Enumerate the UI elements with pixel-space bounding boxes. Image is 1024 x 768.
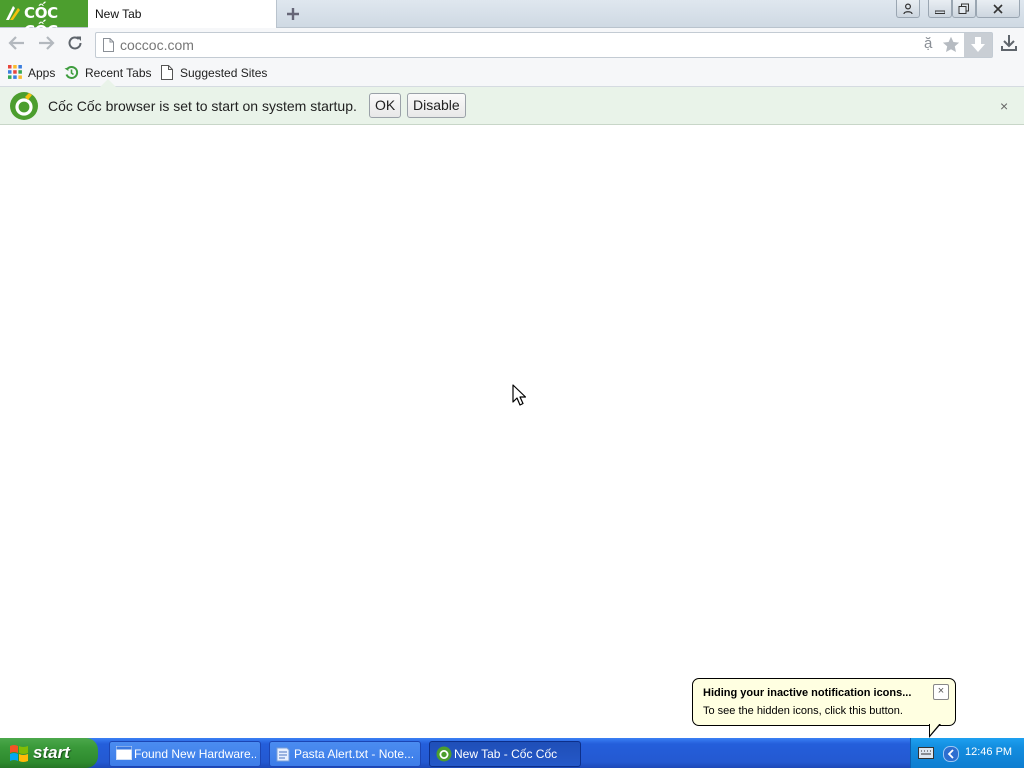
- close-window-button[interactable]: [976, 0, 1020, 18]
- download-icon: [1001, 35, 1017, 51]
- windows-flag-icon: [10, 745, 28, 762]
- apps-grid-icon: [8, 65, 22, 79]
- coccoc-logo[interactable]: CỐC CỐC: [0, 0, 88, 40]
- address-bar[interactable]: coccoc.com ặ: [95, 32, 993, 58]
- taskbar-item-found-new-hardware[interactable]: Found New Hardware...: [109, 741, 261, 767]
- bookmark-apps[interactable]: Apps: [8, 65, 58, 81]
- ok-button[interactable]: OK: [369, 93, 402, 118]
- taskbar-item-notepad[interactable]: Pasta Alert.txt - Note...: [269, 741, 421, 767]
- hardware-window-icon: [116, 746, 132, 760]
- task-label: Found New Hardware...: [134, 747, 256, 761]
- tab-title: New Tab: [95, 7, 142, 21]
- downloads-button[interactable]: [1000, 34, 1018, 55]
- task-label: Pasta Alert.txt - Note...: [294, 747, 415, 761]
- mouse-cursor-icon: [512, 384, 526, 406]
- show-hidden-icons-button[interactable]: [943, 746, 959, 762]
- url-text[interactable]: coccoc.com: [120, 37, 194, 53]
- back-button[interactable]: [8, 34, 28, 54]
- notification-balloon[interactable]: Hiding your inactive notification icons.…: [692, 678, 956, 738]
- new-tab-button[interactable]: [283, 4, 303, 24]
- balloon-text: To see the hidden icons, click this butt…: [703, 705, 903, 717]
- taskbar: start Found New Hardware... Pasta Alert.…: [0, 738, 1024, 768]
- download-arrow-icon: [971, 37, 985, 52]
- browser-toolbar: coccoc.com ặ: [0, 28, 1024, 60]
- balloon-close-icon[interactable]: ×: [933, 684, 949, 700]
- page-content: [0, 125, 1024, 738]
- coccoc-icon: [436, 746, 452, 762]
- person-icon: [903, 3, 913, 14]
- close-icon: [993, 3, 1003, 14]
- disable-button[interactable]: Disable: [407, 93, 466, 118]
- infobar-pointer: [100, 79, 116, 87]
- balloon-tail-fill: [930, 723, 940, 735]
- coccoc-icon: [10, 92, 38, 120]
- translate-icon[interactable]: ặ: [924, 35, 932, 52]
- balloon-title: Hiding your inactive notification icons.…: [703, 687, 912, 699]
- keyboard-icon[interactable]: [918, 747, 934, 759]
- savior-download-button[interactable]: [964, 33, 992, 57]
- bookmark-label: Suggested Sites: [180, 66, 268, 80]
- infobar-close-icon[interactable]: ×: [1000, 98, 1008, 114]
- bookmark-label: Recent Tabs: [85, 66, 152, 80]
- coccoc-logo-icon: [6, 6, 20, 20]
- arrow-left-icon: [8, 36, 24, 50]
- start-label: start: [33, 743, 70, 762]
- tab-strip: CỐC CỐC New Tab: [0, 0, 1024, 40]
- arrow-right-icon: [39, 36, 55, 50]
- chevron-left-icon: [947, 749, 954, 759]
- bookmark-suggested-sites[interactable]: Suggested Sites: [161, 65, 267, 81]
- startup-infobar: Cốc Cốc browser is set to start on syste…: [0, 87, 1024, 125]
- task-label: New Tab - Cốc Cốc: [454, 747, 558, 761]
- reload-button[interactable]: [66, 34, 86, 54]
- star-icon[interactable]: [942, 36, 960, 53]
- system-tray: 12:46 PM: [910, 738, 1024, 768]
- history-icon: [64, 66, 79, 79]
- minimize-icon: [935, 10, 945, 14]
- bookmarks-bar: Apps Recent Tabs Suggested Sites: [0, 60, 1024, 87]
- restore-button[interactable]: [952, 0, 976, 18]
- taskbar-item-coccoc[interactable]: New Tab - Cốc Cốc: [429, 741, 581, 767]
- plus-icon: [287, 8, 299, 20]
- forward-button[interactable]: [37, 34, 57, 54]
- notepad-icon: [276, 747, 290, 762]
- infobar-message: Cốc Cốc browser is set to start on syste…: [48, 98, 357, 114]
- start-button[interactable]: start: [0, 738, 98, 768]
- clock: 12:46 PM: [965, 746, 1013, 758]
- page-icon: [103, 38, 114, 52]
- restore-icon: [958, 3, 969, 14]
- profile-button[interactable]: [896, 0, 920, 18]
- bookmark-label: Apps: [28, 66, 56, 80]
- tab-new-tab[interactable]: New Tab: [88, 0, 277, 28]
- minimize-button[interactable]: [928, 0, 952, 18]
- reload-icon: [68, 36, 82, 50]
- page-icon: [161, 65, 173, 80]
